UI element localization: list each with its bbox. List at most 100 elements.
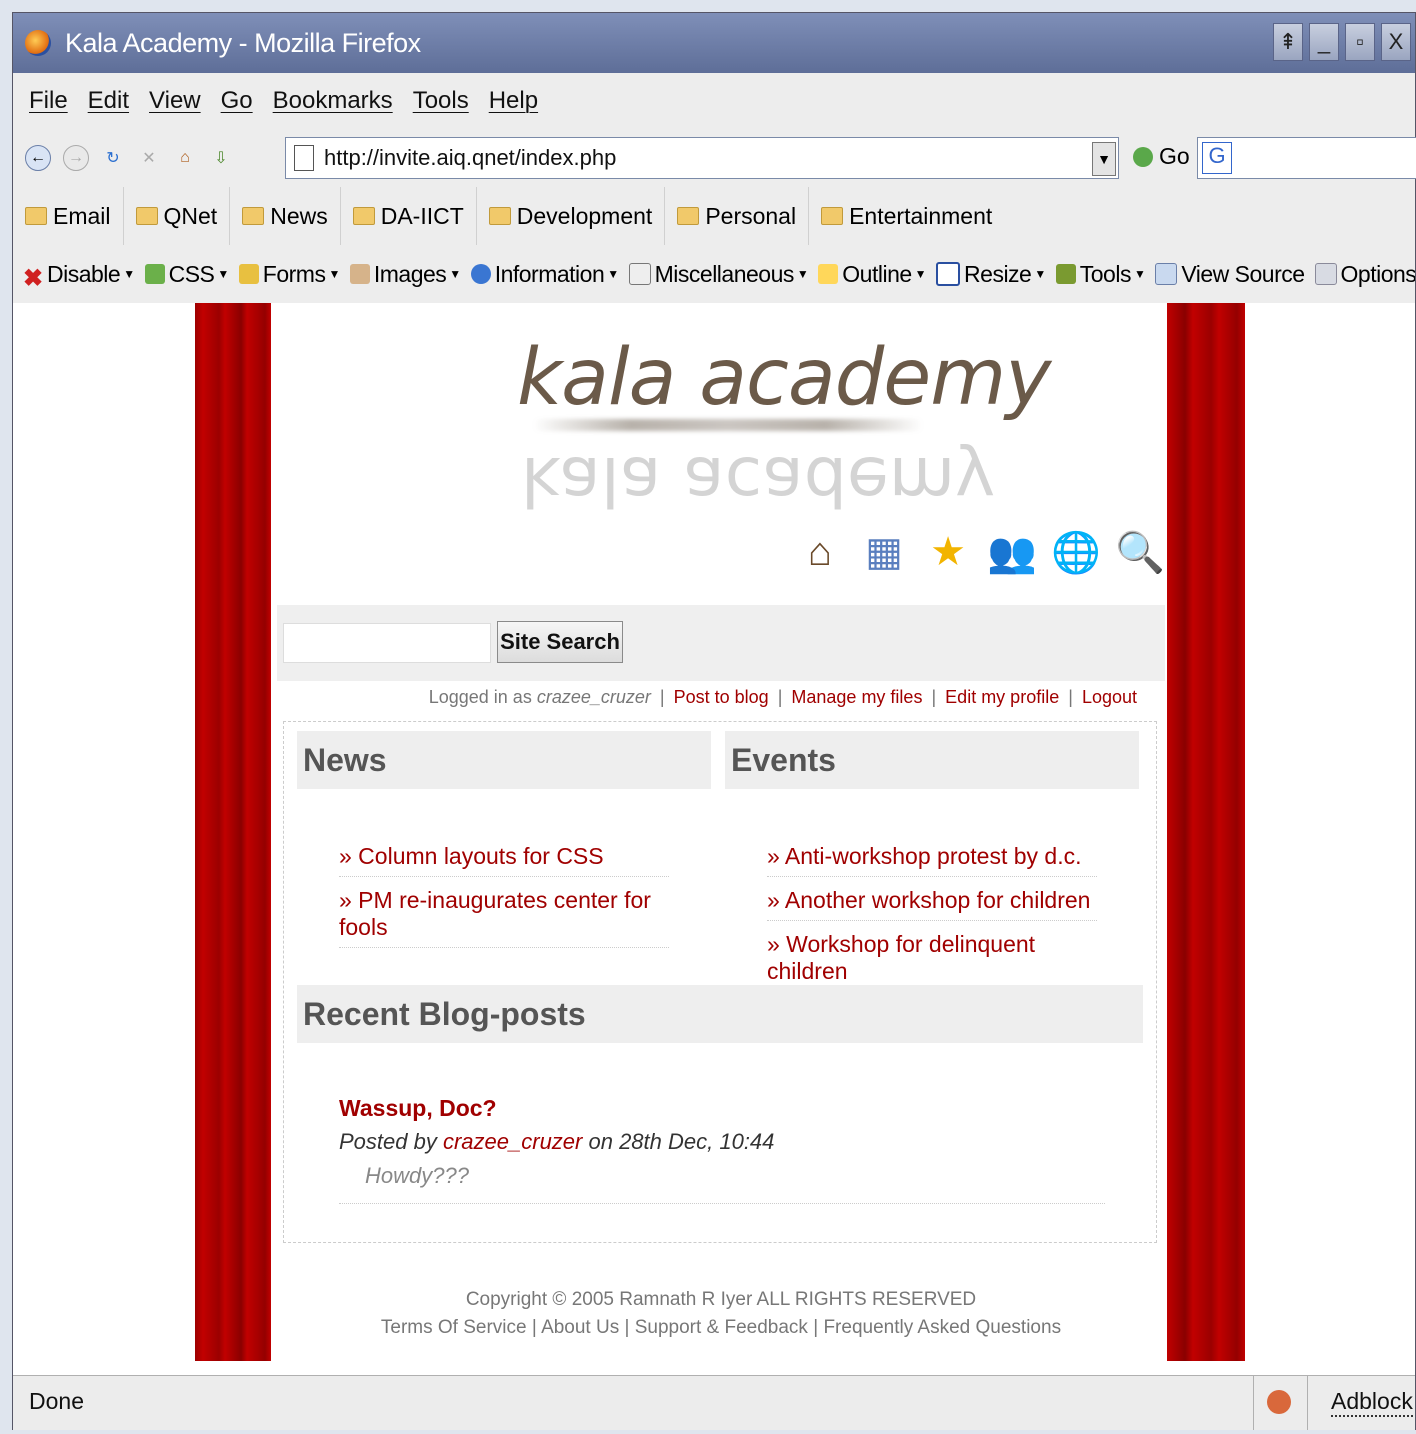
edit-profile-link[interactable]: Edit my profile — [945, 687, 1059, 707]
terms-link[interactable]: Terms Of Service — [381, 1317, 527, 1338]
manage-files-link[interactable]: Manage my files — [791, 687, 922, 707]
google-icon: G — [1202, 142, 1232, 174]
minimize-button[interactable]: _ — [1309, 23, 1339, 61]
dev-options[interactable]: Options▼ — [1314, 260, 1415, 288]
news-item[interactable]: » Column layouts for CSS — [339, 839, 669, 877]
miscellaneous-icon — [628, 263, 651, 285]
feed-icon[interactable]: ⇩ — [209, 146, 233, 170]
reload-icon[interactable]: ↻ — [101, 146, 125, 170]
go-button[interactable]: Go — [1133, 143, 1190, 170]
curtain-left — [195, 303, 271, 1361]
stop-icon[interactable]: ✕ — [137, 146, 161, 170]
about-link[interactable]: About Us — [541, 1317, 619, 1338]
divider — [339, 1203, 1105, 1204]
dev-view-source[interactable]: View Source — [1155, 261, 1305, 288]
dev-css[interactable]: CSS ▼ — [144, 261, 229, 288]
logo-shadow — [533, 419, 923, 431]
menu-view[interactable]: View — [149, 87, 201, 115]
folder-icon — [25, 207, 47, 225]
dev-label: Resize — [964, 260, 1032, 287]
faq-link[interactable]: Frequently Asked Questions — [823, 1317, 1061, 1338]
bookmark-email[interactable]: Email — [13, 187, 124, 245]
search-icon[interactable]: 🔍 — [1115, 525, 1165, 579]
menu-tools[interactable]: Tools — [413, 87, 469, 115]
close-button[interactable]: X — [1381, 23, 1411, 61]
menu-bar: File Edit View Go Bookmarks Tools Help — [13, 73, 1415, 130]
menu-edit[interactable]: Edit — [88, 87, 129, 115]
folder-icon — [821, 207, 844, 225]
dropdown-arrow-icon: ▼ — [607, 267, 619, 281]
maximize-button[interactable]: ▫ — [1345, 23, 1375, 61]
dev-resize[interactable]: Resize ▼ — [936, 261, 1046, 288]
go-label: Go — [1159, 143, 1190, 169]
adblock-button[interactable]: Adblock — [1331, 1388, 1413, 1417]
dropdown-arrow-icon: ▼ — [123, 267, 135, 281]
bookmark-label: QNet — [163, 202, 218, 229]
calendar-icon[interactable]: ▦ — [861, 525, 907, 579]
blog-post-meta: Posted by crazee_cruzer on 28th Dec, 10:… — [339, 1129, 774, 1155]
dev-images[interactable]: Images ▼ — [349, 260, 461, 288]
disable-icon: ✖ — [23, 265, 43, 292]
lock-icon — [238, 264, 259, 284]
dev-label: Information — [494, 260, 605, 287]
post-to-blog-link[interactable]: Post to blog — [674, 687, 769, 707]
home-icon[interactable]: ⌂ — [173, 146, 197, 170]
menu-bookmarks[interactable]: Bookmarks — [273, 87, 393, 115]
bookmark-personal[interactable]: Personal — [665, 187, 810, 245]
url-dropdown-icon[interactable]: ▼ — [1092, 142, 1116, 176]
dev-label: Disable — [47, 260, 121, 287]
folder-icon — [135, 207, 158, 225]
bookmark-news[interactable]: News — [230, 187, 341, 245]
blog-post-date: on 28th Dec, 10:44 — [588, 1129, 775, 1154]
dev-label: Outline — [842, 260, 912, 287]
event-item[interactable]: » Anti-workshop protest by d.c. — [767, 839, 1097, 877]
bookmark-entertainment[interactable]: Entertainment — [809, 187, 1004, 245]
menu-help[interactable]: Help — [489, 87, 538, 115]
dev-label: Images — [373, 260, 447, 287]
blog-author-link[interactable]: crazee_cruzer — [443, 1129, 582, 1154]
dev-forms[interactable]: Forms ▼ — [238, 261, 340, 288]
posted-by-label: Posted by — [339, 1129, 437, 1154]
dev-disable[interactable]: ✖ Disable ▼ — [23, 260, 135, 293]
globe-pen-icon[interactable]: 🌐 — [1051, 525, 1101, 579]
event-item[interactable]: » Workshop for delinquent children — [767, 927, 1097, 992]
news-item[interactable]: » PM re-inaugurates center for fools — [339, 883, 669, 948]
event-item[interactable]: » Another workshop for children — [767, 883, 1097, 921]
events-heading: Events — [725, 731, 1139, 789]
menu-go[interactable]: Go — [221, 87, 253, 115]
star-icon[interactable]: ★ — [925, 525, 971, 579]
site-search-button[interactable]: Site Search — [497, 621, 623, 663]
forward-icon[interactable]: → — [63, 145, 89, 171]
site-nav-icons: ⌂ ▦ ★ 👥 🌐 🔍 — [797, 525, 1165, 579]
back-icon[interactable]: ← — [25, 145, 51, 171]
site-search-input[interactable] — [283, 623, 491, 663]
blog-post-title[interactable]: Wassup, Doc? — [339, 1095, 497, 1122]
user-links: Logged in as crazee_cruzer | Post to blo… — [428, 687, 1137, 707]
dev-label: Options — [1340, 260, 1415, 287]
logout-link[interactable]: Logout — [1082, 687, 1137, 707]
status-bar: Done Adblock — [13, 1375, 1415, 1430]
bookmark-qnet[interactable]: QNet — [124, 187, 231, 245]
google-search-input[interactable]: G — [1197, 137, 1416, 179]
menu-file[interactable]: File — [29, 87, 68, 115]
folder-icon — [677, 207, 700, 225]
support-link[interactable]: Support & Feedback — [635, 1317, 808, 1338]
site-logo[interactable]: kala academy — [517, 333, 1051, 423]
users-icon[interactable]: 👥 — [987, 525, 1037, 579]
shade-button[interactable]: ⇞ — [1273, 23, 1303, 61]
home-icon[interactable]: ⌂ — [797, 525, 843, 579]
username: crazee_cruzer — [536, 687, 651, 707]
logo-reflection: kala academy — [521, 441, 996, 520]
navigation-toolbar: ← → ↻ ✕ ⌂ ⇩ http://invite.aiq.qnet/index… — [13, 129, 1416, 188]
dev-information[interactable]: Information ▼ — [470, 260, 619, 288]
window-title: Kala Academy - Mozilla Firefox — [65, 27, 421, 58]
bookmark-da-iict[interactable]: DA-IICT — [341, 187, 477, 245]
greasemonkey-icon[interactable] — [1267, 1390, 1291, 1414]
url-bar[interactable]: http://invite.aiq.qnet/index.php ▼ — [285, 137, 1119, 179]
bookmark-development[interactable]: Development — [477, 187, 666, 245]
dev-tools[interactable]: Tools ▼ — [1055, 261, 1146, 288]
dev-miscellaneous[interactable]: Miscellaneous ▼ — [628, 261, 809, 288]
pencil-icon — [818, 264, 839, 284]
dev-outline[interactable]: Outline ▼ — [818, 260, 927, 288]
url-text: http://invite.aiq.qnet/index.php — [324, 145, 617, 170]
